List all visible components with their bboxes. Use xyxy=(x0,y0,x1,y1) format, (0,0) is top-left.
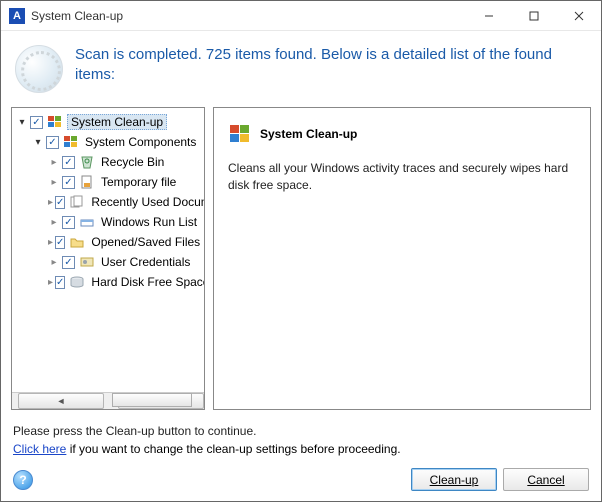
run-icon xyxy=(79,214,95,230)
close-button[interactable] xyxy=(556,1,601,30)
tree-item-recently-used[interactable]: Recently Used Documents xyxy=(12,192,204,212)
expander-icon[interactable] xyxy=(16,116,28,128)
windows-flag-icon xyxy=(228,122,252,146)
detail-description: Cleans all your Windows activity traces … xyxy=(228,160,576,194)
windows-flag-icon xyxy=(63,134,79,150)
minimize-button[interactable] xyxy=(466,1,511,30)
expander-icon[interactable] xyxy=(48,176,60,188)
tree-label: System Components xyxy=(83,135,198,149)
tree-label: User Credentials xyxy=(99,255,192,269)
tree-item-opened-saved[interactable]: Opened/Saved Files History xyxy=(12,232,204,252)
expander-icon[interactable] xyxy=(48,156,60,168)
tree-group-system-components[interactable]: System Components xyxy=(12,132,204,152)
tree-item-hard-disk[interactable]: Hard Disk Free Space xyxy=(12,272,204,292)
tree-label: Temporary file xyxy=(99,175,178,189)
tree-label: System Clean-up xyxy=(67,114,167,130)
footer-settings-rest: if you want to change the clean-up setti… xyxy=(66,442,400,456)
title-bar: A System Clean-up xyxy=(1,1,601,31)
expander-icon[interactable] xyxy=(48,276,53,288)
credentials-icon xyxy=(79,254,95,270)
tree-item-user-credentials[interactable]: User Credentials xyxy=(12,252,204,272)
header: Scan is completed. 725 items found. Belo… xyxy=(1,31,601,107)
folder-icon xyxy=(69,234,85,250)
checkbox[interactable] xyxy=(55,236,65,249)
tree-item-temporary-file[interactable]: Temporary file xyxy=(12,172,204,192)
cancel-button[interactable]: Cancel xyxy=(503,468,589,491)
tree-label: Recycle Bin xyxy=(99,155,166,169)
tree-label: Hard Disk Free Space xyxy=(89,275,204,289)
checkbox[interactable] xyxy=(62,216,75,229)
scroll-left-button[interactable]: ◄ xyxy=(18,393,104,409)
recycle-bin-icon xyxy=(79,154,95,170)
expander-icon[interactable] xyxy=(48,216,60,228)
detail-header: System Clean-up xyxy=(228,122,576,146)
documents-icon xyxy=(69,194,85,210)
tree-item-recycle-bin[interactable]: Recycle Bin xyxy=(12,152,204,172)
windows-flag-icon xyxy=(47,114,63,130)
checkbox[interactable] xyxy=(62,256,75,269)
expander-icon[interactable] xyxy=(48,236,53,248)
hard-disk-icon xyxy=(69,274,85,290)
tree-label: Recently Used Documents xyxy=(89,195,204,209)
help-icon[interactable]: ? xyxy=(13,470,33,490)
maximize-button[interactable] xyxy=(511,1,556,30)
window-title: System Clean-up xyxy=(31,9,466,23)
detail-panel: System Clean-up Cleans all your Windows … xyxy=(213,107,591,410)
footer: Please press the Clean-up button to cont… xyxy=(1,416,601,501)
tree-label: Windows Run List xyxy=(99,215,199,229)
file-icon xyxy=(79,174,95,190)
footer-settings-line: Click here if you want to change the cle… xyxy=(13,442,589,456)
footer-instruction: Please press the Clean-up button to cont… xyxy=(13,424,589,438)
checkbox[interactable] xyxy=(55,276,65,289)
expander-icon[interactable] xyxy=(48,196,53,208)
app-icon: A xyxy=(9,8,25,24)
cleanup-button[interactable]: Clean-up xyxy=(411,468,497,491)
tree-label: Opened/Saved Files History xyxy=(89,235,204,249)
scroll-track[interactable] xyxy=(104,393,112,409)
detail-title: System Clean-up xyxy=(260,127,357,141)
tree-root-system-cleanup[interactable]: System Clean-up xyxy=(12,112,204,132)
button-bar: ? Clean-up Cancel xyxy=(13,468,589,491)
checkbox[interactable] xyxy=(46,136,59,149)
tree-item-run-list[interactable]: Windows Run List xyxy=(12,212,204,232)
expander-icon[interactable] xyxy=(48,256,60,268)
expander-icon[interactable] xyxy=(32,136,44,148)
checkbox[interactable] xyxy=(30,116,43,129)
tree-view[interactable]: System Clean-up System Components Recycl… xyxy=(12,108,204,392)
checkbox[interactable] xyxy=(62,156,75,169)
content-area: System Clean-up System Components Recycl… xyxy=(1,107,601,416)
checkbox[interactable] xyxy=(55,196,65,209)
scroll-thumb[interactable] xyxy=(112,393,192,407)
header-text: Scan is completed. 725 items found. Belo… xyxy=(75,45,579,86)
horizontal-scrollbar[interactable]: ◄ ► xyxy=(12,392,204,409)
checkbox[interactable] xyxy=(62,176,75,189)
settings-link[interactable]: Click here xyxy=(13,442,66,456)
tree-panel: System Clean-up System Components Recycl… xyxy=(11,107,205,410)
scan-complete-icon xyxy=(15,45,63,93)
